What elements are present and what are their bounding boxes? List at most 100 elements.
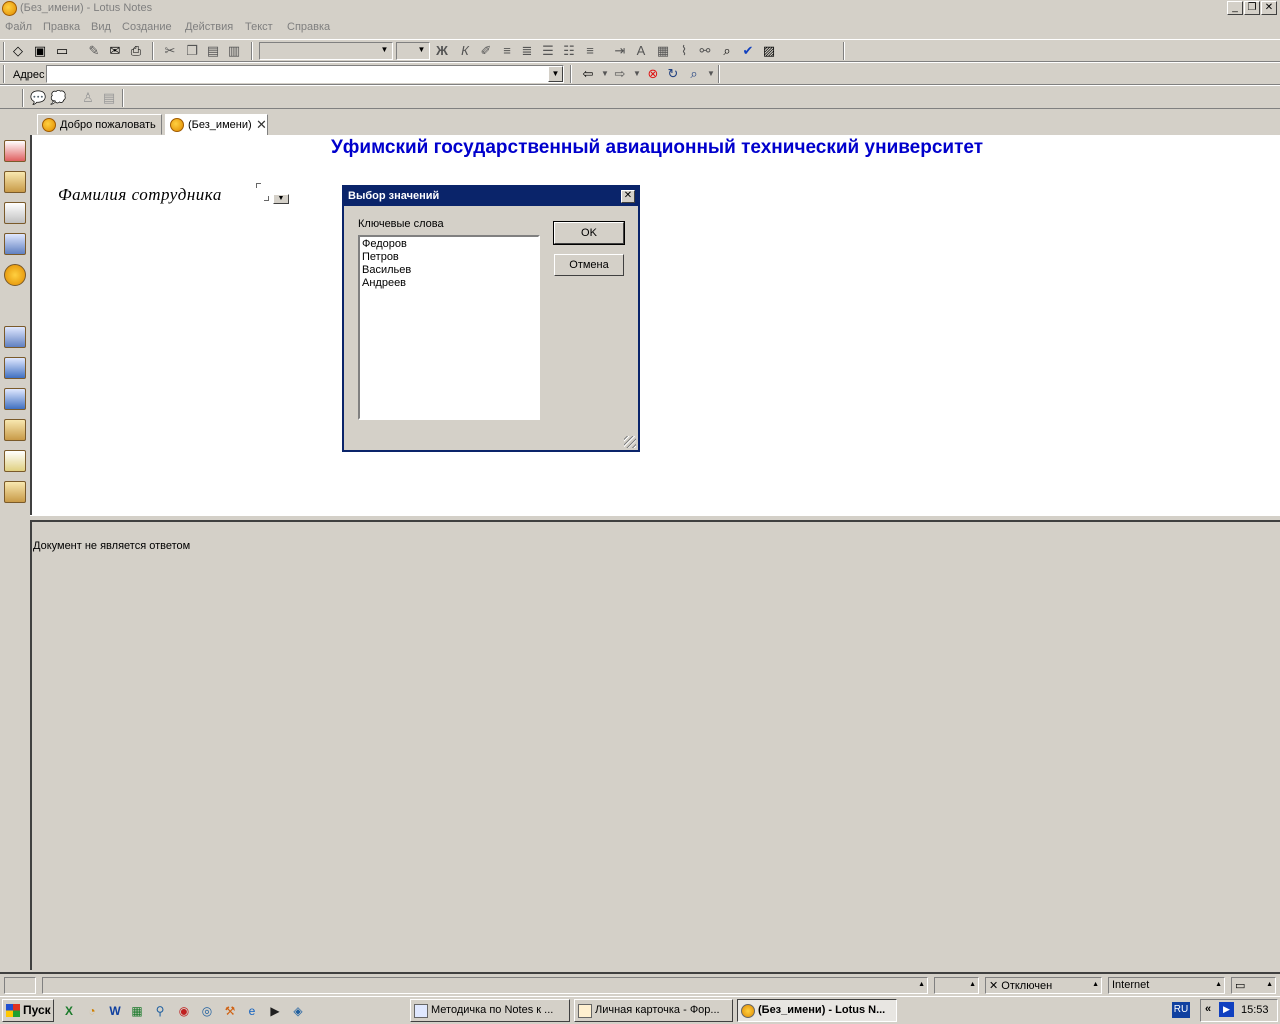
ok-button[interactable]: OK [553, 221, 625, 245]
cut-icon[interactable]: ✂ [162, 43, 178, 59]
stop-icon[interactable]: ⊗ [645, 66, 661, 82]
todo-icon[interactable] [4, 202, 26, 224]
tab-welcome[interactable]: Добро пожаловать [37, 114, 162, 135]
address-field[interactable]: ▼ [46, 65, 564, 83]
send-icon[interactable]: ✉ [107, 43, 123, 59]
text-properties-icon[interactable]: A [633, 43, 649, 59]
comment-icon[interactable]: 💬 [30, 90, 46, 106]
close-window-button[interactable]: ✕ [1261, 1, 1277, 15]
attach-icon[interactable]: ⌇ [676, 43, 692, 59]
start-button[interactable]: Пуск [2, 999, 54, 1022]
mail-status[interactable]: ▭ ▲ [1231, 977, 1276, 994]
align-left-icon[interactable]: ≡ [499, 43, 515, 59]
search-icon[interactable]: ⌕ [686, 66, 702, 82]
table-icon[interactable]: ▦ [655, 43, 671, 59]
location-status[interactable]: ✕ Отключен ▲ [985, 977, 1102, 994]
tray-media-icon[interactable]: ▶ [1219, 1002, 1234, 1017]
open-icon[interactable]: ▭ [54, 43, 70, 59]
highlighter-icon[interactable]: ✐ [478, 43, 494, 59]
resize-grip[interactable] [624, 436, 636, 448]
forward-dropdown-icon[interactable]: ▼ [629, 66, 645, 82]
copy-icon[interactable]: ❐ [184, 43, 200, 59]
status-message[interactable]: ▲ [42, 977, 928, 994]
address-book-icon[interactable] [4, 171, 26, 193]
taskbar-item-word[interactable]: Методичка по Notes к ... [410, 999, 570, 1022]
style-select[interactable]: ▼ [259, 42, 393, 60]
align-center-icon[interactable]: ≣ [519, 43, 535, 59]
numbering-icon[interactable]: ☷ [561, 43, 577, 59]
bold-icon[interactable]: Ж [434, 43, 450, 59]
print-icon[interactable]: ⎙ [128, 43, 144, 59]
calendar-icon[interactable] [4, 140, 26, 162]
paste-icon[interactable]: ▤ [205, 43, 221, 59]
bullets-icon[interactable]: ☰ [540, 43, 556, 59]
more-bookmarks-folder-icon[interactable] [4, 481, 26, 503]
pane-splitter[interactable] [30, 515, 1280, 522]
tools-icon[interactable]: ⚒ [222, 1003, 238, 1019]
tab-untitled[interactable]: (Без_имени) ✕ [165, 114, 268, 136]
menu-edit[interactable]: Правка [43, 21, 80, 33]
media-icon[interactable]: ◉ [176, 1003, 192, 1019]
menu-view[interactable]: Вид [91, 21, 111, 33]
link-icon[interactable]: ⚯ [697, 43, 713, 59]
list-item[interactable]: Андреев [362, 277, 536, 290]
minimize-button[interactable]: _ [1227, 1, 1243, 15]
list-item[interactable]: Васильев [362, 264, 536, 277]
clock[interactable]: 15:53 [1241, 1004, 1269, 1016]
menu-create[interactable]: Создание [122, 21, 172, 33]
new-icon[interactable]: ◇ [10, 43, 26, 59]
ie-icon[interactable]: e [244, 1003, 260, 1019]
replicator-icon[interactable] [4, 264, 26, 286]
taskbar-item-notes[interactable]: (Без_имени) - Lotus N... [737, 999, 897, 1022]
user-icon[interactable]: ♙ [80, 90, 96, 106]
menu-actions[interactable]: Действия [185, 21, 233, 33]
alignment-dropdown-icon[interactable]: ≡ [582, 43, 598, 59]
document-icon[interactable]: ▤ [101, 90, 117, 106]
italic-icon[interactable]: К [457, 43, 473, 59]
back-icon[interactable]: ⇦ [580, 66, 596, 82]
image-icon[interactable]: ▨ [761, 43, 777, 59]
applications-icon[interactable] [4, 388, 26, 410]
paste-special-icon[interactable]: ▥ [226, 43, 242, 59]
font-size-select[interactable]: ▼ [396, 42, 430, 60]
location-zone[interactable]: Internet ▲ [1108, 977, 1225, 994]
databases-icon[interactable] [4, 233, 26, 255]
menu-help[interactable]: Справка [287, 21, 330, 33]
list-item[interactable]: Федоров [362, 238, 536, 251]
taskbar-item-card[interactable]: Личная карточка - Фор... [574, 999, 733, 1022]
word-icon[interactable]: W [107, 1003, 123, 1019]
excel-icon[interactable]: X [61, 1003, 77, 1019]
spellcheck-icon[interactable]: ✔ [740, 43, 756, 59]
explorer-icon[interactable]: ◈ [290, 1003, 306, 1019]
clock-icon[interactable]: ◔ [84, 1003, 100, 1019]
status-indicator[interactable] [4, 977, 36, 994]
forward-icon[interactable]: ⇨ [612, 66, 628, 82]
folder-icon[interactable] [4, 419, 26, 441]
save-icon[interactable]: ▣ [32, 43, 48, 59]
discussion-icon[interactable]: 💭 [50, 90, 66, 106]
mail-icon[interactable] [4, 450, 26, 472]
restore-button[interactable]: ❐ [1244, 1, 1260, 15]
browser-icon[interactable]: ◎ [199, 1003, 215, 1019]
status-size[interactable]: ▲ [934, 977, 979, 994]
refresh-icon[interactable]: ↻ [665, 66, 681, 82]
keywords-list[interactable]: Федоров Петров Васильев Андреев [358, 235, 540, 420]
spreadsheet-icon[interactable]: ▦ [129, 1003, 145, 1019]
tray-expand-icon[interactable]: « [1205, 1003, 1211, 1015]
close-tab-icon[interactable]: ✕ [256, 117, 267, 133]
list-item[interactable]: Петров [362, 251, 536, 264]
network-icon[interactable]: ⚲ [152, 1003, 168, 1019]
favorites-icon[interactable] [4, 326, 26, 348]
indent-icon[interactable]: ⇥ [612, 43, 628, 59]
menu-text[interactable]: Текст [245, 21, 273, 33]
edit-icon[interactable]: ✎ [86, 43, 102, 59]
language-indicator[interactable]: RU [1172, 1002, 1190, 1018]
search-dropdown-icon[interactable]: ▼ [703, 66, 719, 82]
dialog-close-icon[interactable]: ✕ [621, 190, 635, 203]
menu-file[interactable]: Файл [5, 21, 32, 33]
internet-icon[interactable] [4, 357, 26, 379]
player-icon[interactable]: ▶ [267, 1003, 283, 1019]
address-dropdown-icon[interactable]: ▼ [548, 66, 563, 82]
find-icon[interactable]: ⌕ [719, 43, 735, 59]
keyword-dropdown-button[interactable]: ▼ [273, 194, 289, 204]
